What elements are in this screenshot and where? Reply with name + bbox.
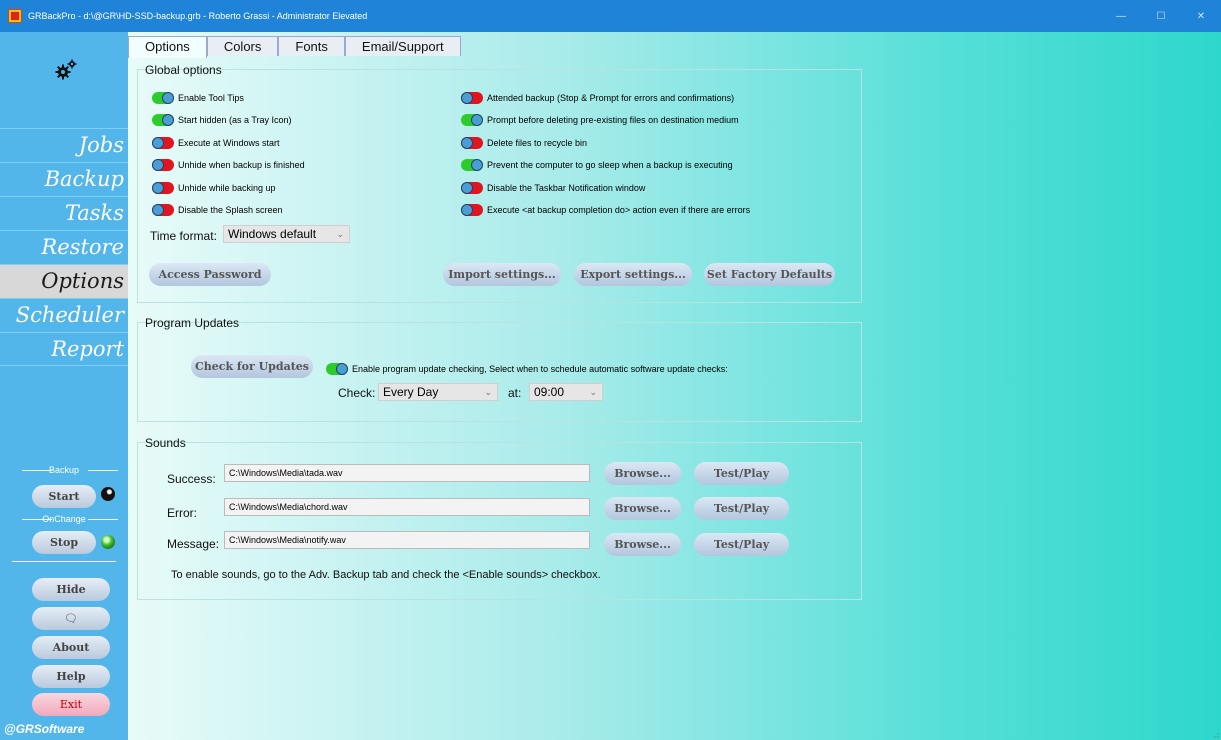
toggle-switch[interactable] [461,92,483,104]
option-unhide-while-backing[interactable]: Unhide while backing up [152,181,276,195]
toggle-switch[interactable] [152,114,174,126]
toggle-switch[interactable] [152,204,174,216]
title-bar: GRBackPro - d:\@GR\HD-SSD-backup.grb - R… [0,0,1221,32]
sidebar-divider [12,561,116,562]
option-unhide-when-finished[interactable]: Unhide when backup is finished [152,158,305,172]
success-sound-label: Success: [167,472,216,486]
error-sound-input[interactable]: C:\Windows\Media\chord.wav [224,498,590,516]
option-disable-taskbar-notification[interactable]: Disable the Taskbar Notification window [461,181,645,195]
tab-colors[interactable]: Colors [206,36,279,56]
toggle-switch[interactable] [152,137,174,149]
message-sound-input[interactable]: C:\Windows\Media\notify.wav [224,531,590,549]
toggle-switch[interactable] [326,363,348,375]
chevron-down-icon: ⌄ [484,387,492,397]
option-start-hidden[interactable]: Start hidden (as a Tray Icon) [152,113,292,127]
window-controls: — ☐ ✕ [1101,0,1221,32]
gears-icon[interactable] [54,58,78,80]
tab-options[interactable]: Options [128,36,207,58]
check-time-label: at: [508,386,522,400]
help-button[interactable]: Help [32,665,110,688]
access-password-button[interactable]: Access Password [149,263,271,286]
about-button[interactable]: About [32,636,110,659]
error-test-button[interactable]: Test/Play [694,497,789,520]
hide-button[interactable]: Hide [32,578,110,601]
onchange-section-label: OnChange [0,514,128,524]
app-icon [8,9,22,23]
option-execute-at-start[interactable]: Execute at Windows start [152,136,280,150]
tab-email-support[interactable]: Email/Support [344,36,461,56]
check-frequency-label: Check: [338,386,376,400]
window-title: GRBackPro - d:\@GR\HD-SSD-backup.grb - R… [28,11,368,21]
sidebar: Jobs Backup Tasks Restore Options Schedu… [0,32,128,740]
option-disable-splash[interactable]: Disable the Splash screen [152,203,283,217]
close-button[interactable]: ✕ [1181,0,1221,32]
toggle-switch[interactable] [461,137,483,149]
sidebar-item-tasks[interactable]: Tasks [0,196,128,230]
option-enable-tooltips[interactable]: Enable Tool Tips [152,91,244,105]
option-execute-even-if-errors[interactable]: Execute <at backup completion do> action… [461,203,750,217]
factory-defaults-button[interactable]: Set Factory Defaults [704,263,835,286]
success-sound-input[interactable]: C:\Windows\Media\tada.wav [224,464,590,482]
check-frequency-select[interactable]: Every Day ⌄ [378,383,498,401]
brand-label: @GRSoftware [4,722,85,736]
sidebar-item-restore[interactable]: Restore [0,230,128,264]
toggle-switch[interactable] [461,182,483,194]
check-time-select[interactable]: 09:00 ⌄ [529,383,603,401]
sidebar-item-report[interactable]: Report [0,332,128,366]
error-sound-label: Error: [167,506,197,520]
error-browse-button[interactable]: Browse... [604,497,681,520]
toggle-switch[interactable] [461,204,483,216]
option-prompt-before-deleting[interactable]: Prompt before deleting pre-existing file… [461,113,739,127]
exit-button[interactable]: Exit [32,693,110,716]
sidebar-item-options[interactable]: Options [0,264,128,298]
chat-icon: 🗨 [64,612,78,625]
main-panel: Options Colors Fonts Email/Support Globa… [128,32,1221,740]
sidebar-item-scheduler[interactable]: Scheduler [0,298,128,332]
import-settings-button[interactable]: Import settings... [443,263,561,286]
message-browse-button[interactable]: Browse... [604,533,681,556]
toggle-switch[interactable] [152,159,174,171]
toggle-switch[interactable] [152,92,174,104]
sounds-title: Sounds [145,436,186,450]
backup-status-led [101,487,115,501]
global-options-title: Global options [145,63,222,77]
chat-button[interactable]: 🗨 [32,607,110,630]
toggle-switch[interactable] [152,182,174,194]
check-updates-button[interactable]: Check for Updates [191,355,313,378]
message-test-button[interactable]: Test/Play [694,533,789,556]
time-format-label: Time format: [150,229,217,243]
chevron-down-icon: ⌄ [336,229,344,239]
maximize-button[interactable]: ☐ [1141,0,1181,32]
start-button[interactable]: Start [32,485,96,508]
sidebar-nav: Jobs Backup Tasks Restore Options Schedu… [0,128,128,366]
success-browse-button[interactable]: Browse... [604,462,681,485]
message-sound-label: Message: [167,537,220,551]
tab-fonts[interactable]: Fonts [278,36,345,56]
chevron-down-icon: ⌄ [589,387,597,397]
toggle-switch[interactable] [461,114,483,126]
toggle-switch[interactable] [461,159,483,171]
export-settings-button[interactable]: Export settings... [574,263,692,286]
success-test-button[interactable]: Test/Play [694,462,789,485]
sidebar-item-jobs[interactable]: Jobs [0,128,128,162]
program-updates-title: Program Updates [145,316,240,330]
resize-grip-icon[interactable] [1211,730,1219,738]
stop-button[interactable]: Stop [32,531,96,554]
minimize-button[interactable]: — [1101,0,1141,32]
option-enable-update-checking[interactable]: Enable program update checking, Select w… [326,362,728,376]
time-format-select[interactable]: Windows default ⌄ [223,225,350,243]
sounds-note: To enable sounds, go to the Adv. Backup … [171,569,601,581]
option-attended-backup[interactable]: Attended backup (Stop & Prompt for error… [461,91,734,105]
sidebar-item-backup[interactable]: Backup [0,162,128,196]
backup-section-label: Backup [0,465,128,475]
onchange-status-led [101,535,115,549]
option-prevent-sleep[interactable]: Prevent the computer to go sleep when a … [461,158,733,172]
option-recycle-bin[interactable]: Delete files to recycle bin [461,136,587,150]
tab-bar: Options Colors Fonts Email/Support [128,36,461,58]
